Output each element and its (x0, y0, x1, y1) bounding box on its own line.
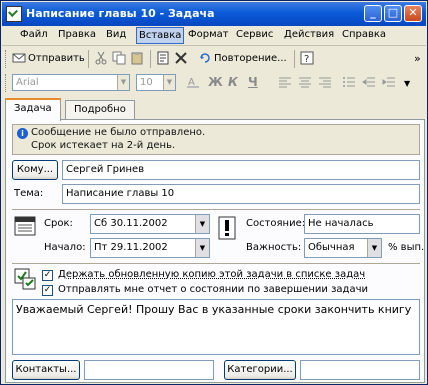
due-date-value: Сб 30.11.2002 (94, 218, 168, 229)
due-date-label: Срок: (44, 218, 73, 229)
toolbar-overflow-button[interactable]: » (414, 50, 421, 68)
menu-help[interactable]: Справка (342, 29, 386, 40)
status-label: Состояние: (246, 218, 306, 229)
tab-strip: Задача Подробно (5, 98, 425, 121)
decrease-indent-icon[interactable] (362, 75, 376, 89)
menu-tools[interactable]: Сервис (236, 29, 273, 40)
keep-copy-checkbox[interactable]: ✓ (42, 270, 53, 281)
window-title: Написание главы 10 - Задача (26, 7, 215, 20)
chevron-down-icon[interactable]: ▼ (367, 239, 381, 257)
align-right-icon[interactable] (318, 75, 332, 89)
menu-edit[interactable]: Правка (58, 29, 96, 40)
svg-text:?: ? (304, 54, 309, 65)
toolbar-separator (150, 50, 151, 68)
underline-button[interactable]: Ч (248, 75, 258, 89)
font-size-value: 10 (140, 77, 153, 88)
font-combo[interactable]: Arial ▼ (12, 74, 130, 91)
to-field[interactable]: Сергей Гринев (62, 160, 420, 180)
chevron-down-icon[interactable]: ▼ (117, 75, 129, 90)
send-button[interactable]: Отправить (28, 50, 85, 68)
menu-insert[interactable]: Вставка (136, 27, 185, 44)
menu-view[interactable]: Вид (106, 29, 126, 40)
recurrence-icon (198, 51, 212, 65)
priority-value: Обычная (308, 242, 355, 253)
send-report-label: Отправлять мне отчет о состоянии по заве… (58, 284, 368, 295)
toolbar-grip[interactable] (5, 74, 8, 92)
paste-icon[interactable] (130, 51, 144, 65)
formatting-toolbar: Arial ▼ 10 ▼ A Ж К Ч ▼ (2, 71, 426, 95)
menu-actions[interactable]: Действия (284, 29, 334, 40)
task-body-text[interactable]: Уважаемый Сергей! Прошу Вас в указанные … (12, 299, 420, 355)
status-field[interactable]: Не началась (304, 214, 420, 234)
menu-format[interactable]: Формат (188, 29, 229, 40)
subject-field[interactable]: Написание главы 10 (62, 184, 420, 204)
italic-button[interactable]: К (228, 75, 238, 89)
keep-copy-label: Держать обновленную копию этой задачи в … (58, 269, 366, 280)
help-icon[interactable]: ? (300, 51, 314, 65)
chevron-down-icon[interactable]: ▼ (404, 79, 418, 93)
info-icon: i (17, 128, 28, 139)
to-button[interactable]: Кому... (12, 160, 58, 180)
task-window: Написание главы 10 - Задача _ □ ✕ Файл П… (0, 0, 428, 385)
toolbar-separator (294, 50, 295, 68)
start-date-label: Начало: (44, 242, 86, 253)
priority-field[interactable]: Обычная ▼ (304, 238, 382, 258)
close-button[interactable]: ✕ (404, 5, 422, 22)
bullets-icon[interactable] (342, 75, 356, 89)
tab-details[interactable]: Подробно (65, 100, 135, 120)
contacts-field[interactable] (84, 360, 214, 380)
minimize-button[interactable]: _ (364, 5, 382, 22)
categories-button[interactable]: Категории... (224, 360, 296, 380)
delete-icon[interactable] (174, 51, 188, 65)
address-book-icon[interactable] (156, 51, 170, 65)
task-icon (6, 6, 22, 22)
task-panel: i Сообщение не было отправлено. Срок ист… (5, 119, 425, 383)
bold-button[interactable]: Ж (208, 75, 223, 89)
standard-toolbar: Отправить Повторение... ? » (2, 47, 426, 71)
info-bar: i Сообщение не было отправлено. Срок ист… (12, 124, 420, 155)
font-value: Arial (16, 77, 39, 88)
status-value: Не началась (308, 218, 374, 229)
menu-file[interactable]: Файл (20, 29, 48, 40)
priority-important-icon (218, 216, 236, 240)
info-line-1: Сообщение не было отправлено. (31, 127, 206, 138)
contacts-button[interactable]: Контакты... (12, 360, 80, 380)
reminder-icon (14, 268, 36, 290)
maximize-button[interactable]: □ (384, 5, 402, 22)
increase-indent-icon[interactable] (382, 75, 396, 89)
calendar-icon (14, 214, 36, 236)
send-icon (12, 51, 26, 65)
title-bar[interactable]: Написание главы 10 - Задача _ □ ✕ (2, 2, 426, 26)
start-date-field[interactable]: Пт 29.11.2002 ▼ (90, 238, 210, 258)
cut-icon[interactable] (94, 51, 108, 65)
chevron-down-icon[interactable]: ▼ (163, 75, 175, 90)
copy-icon[interactable] (112, 51, 126, 65)
font-size-combo[interactable]: 10 ▼ (136, 74, 176, 91)
tab-task[interactable]: Задача (5, 98, 61, 121)
align-center-icon[interactable] (298, 75, 312, 89)
font-color-icon[interactable]: A (186, 75, 200, 89)
send-report-checkbox[interactable]: ✓ (42, 285, 53, 296)
due-date-field[interactable]: Сб 30.11.2002 ▼ (90, 214, 210, 234)
info-line-2: Срок истекает на 2-й день. (31, 140, 176, 151)
chevron-down-icon[interactable]: ▼ (195, 215, 209, 233)
menu-bar: Файл Правка Вид Вставка Формат Сервис Де… (2, 26, 426, 46)
divider (12, 263, 420, 264)
chevron-down-icon[interactable]: ▼ (195, 239, 209, 257)
divider (12, 209, 420, 210)
percent-complete-label: % вып. (388, 242, 425, 253)
recurrence-button[interactable]: Повторение... (214, 50, 287, 68)
subject-label: Тема: (14, 188, 44, 199)
start-date-value: Пт 29.11.2002 (94, 242, 168, 253)
categories-field[interactable] (300, 360, 420, 380)
toolbar-separator (88, 50, 89, 68)
priority-label: Важность: (246, 242, 302, 253)
toolbar-grip[interactable] (5, 50, 8, 68)
align-left-icon[interactable] (278, 75, 292, 89)
